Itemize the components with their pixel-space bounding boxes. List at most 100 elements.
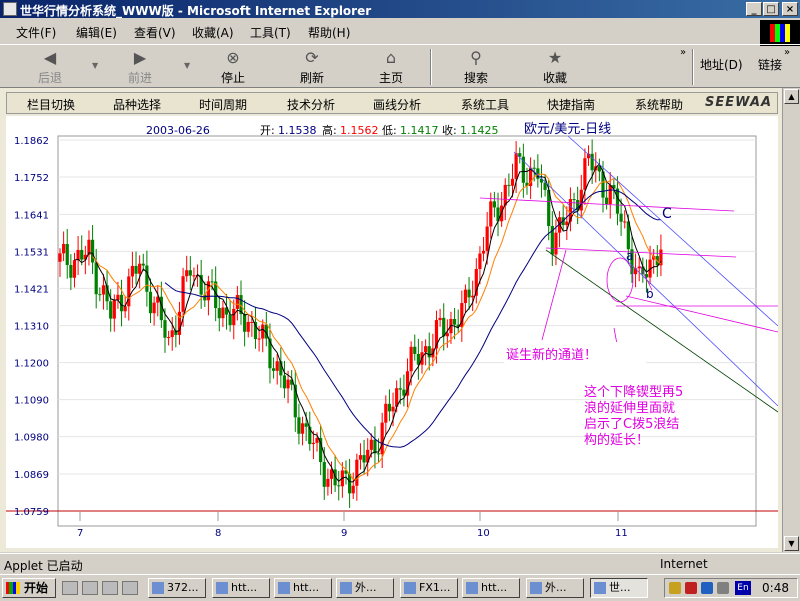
tray-app-icon[interactable] (669, 582, 681, 594)
back-arrow-icon: ◀ (43, 48, 57, 67)
tray-app-icon[interactable] (717, 582, 729, 594)
taskbar-task[interactable]: htt... (212, 578, 270, 598)
candle-body (608, 184, 612, 204)
taskbar-task[interactable]: 372... (148, 578, 206, 598)
x-tick-label: 8 (215, 528, 221, 539)
window-title: 世华行情分析系统_WWW版 - Microsoft Internet Explo… (20, 4, 372, 18)
links-chevron-icon[interactable]: » (784, 47, 790, 58)
nav-drawing-analysis[interactable]: 画线分析 (373, 96, 421, 113)
favorites-button[interactable]: ★ 收藏 (525, 49, 585, 86)
close-button[interactable]: × (782, 2, 798, 16)
candle-body (65, 244, 69, 265)
home-button[interactable]: ⌂ 主页 (361, 49, 421, 86)
ohlc-high: 1.1562 (340, 124, 379, 137)
quicklaunch-desktop-icon[interactable] (62, 581, 78, 595)
candle-body (510, 178, 515, 186)
toolbar-chevron-icon[interactable]: » (680, 47, 686, 58)
nav-system-help[interactable]: 系统帮助 (635, 96, 683, 113)
candle-body (326, 478, 330, 487)
menu-help[interactable]: 帮助(H) (308, 24, 350, 41)
forward-dropdown-icon[interactable]: ▼ (184, 61, 190, 70)
nav-system-tools[interactable]: 系统工具 (461, 96, 509, 113)
x-tick-label: 10 (477, 528, 490, 539)
candle-body (185, 270, 189, 277)
stop-button[interactable]: ⊗ 停止 (203, 49, 263, 86)
quicklaunch-mail-icon[interactable] (102, 581, 118, 595)
nav-tech-analysis[interactable]: 技术分析 (287, 96, 335, 113)
note-line-2: 浪的延伸里面就 (584, 400, 675, 416)
price-chart[interactable]: 2003-06-26 开: 1.1538 高: 1.1562 低: 1.1417… (6, 116, 779, 548)
vertical-scrollbar[interactable]: ▲ ▼ (782, 88, 800, 552)
candle-body (282, 375, 287, 389)
refresh-button[interactable]: ⟳ 刷新 (282, 49, 342, 86)
candle-body (492, 201, 496, 208)
nav-symbol-select[interactable]: 品种选择 (113, 96, 161, 113)
y-tick-label: 1.0980 (14, 433, 49, 444)
menu-view[interactable]: 查看(V) (134, 24, 176, 41)
language-indicator[interactable]: En (735, 581, 751, 595)
taskbar-task[interactable]: FX1... (400, 578, 458, 598)
candle-body (322, 462, 326, 487)
taskbar-task[interactable]: 外... (526, 578, 584, 598)
candle-body (271, 368, 276, 371)
tray-app-icon[interactable] (685, 582, 697, 594)
menu-favorites[interactable]: 收藏(A) (192, 24, 234, 41)
candle-body (442, 317, 446, 337)
quicklaunch-ie-icon[interactable] (82, 581, 98, 595)
quicklaunch-folder-icon[interactable] (122, 581, 138, 595)
title-bar[interactable]: 世华行情分析系统_WWW版 - Microsoft Internet Explo… (0, 0, 800, 18)
candle-body (94, 262, 98, 295)
scroll-up-icon[interactable]: ▲ (784, 89, 799, 104)
toolbar-separator (692, 49, 694, 85)
menu-file[interactable]: 文件(F) (16, 24, 56, 41)
ohlc-low-label: 低: (382, 124, 397, 137)
channel-line-outer (567, 135, 779, 327)
plot-frame (57, 135, 757, 527)
search-button[interactable]: ⚲ 搜索 (446, 49, 506, 86)
candle-body (232, 308, 236, 326)
x-tick-label: 7 (77, 528, 83, 539)
menu-tools[interactable]: 工具(T) (250, 24, 291, 41)
candle-body (376, 453, 381, 455)
ma-mid-line (92, 173, 662, 480)
seewaa-logo: SEEWAA (705, 95, 773, 110)
nav-column-switch[interactable]: 栏目切换 (27, 96, 75, 113)
candle-body (543, 182, 547, 190)
candle-body (427, 346, 431, 358)
maximize-button[interactable]: □ (763, 2, 779, 16)
taskbar-task[interactable]: htt... (274, 578, 332, 598)
address-label[interactable]: 地址(D) (700, 56, 743, 73)
candle-body (369, 439, 373, 450)
candle-body (297, 417, 301, 434)
back-button[interactable]: ◀ 后退 (20, 49, 80, 86)
candle-body (623, 221, 627, 223)
menu-edit[interactable]: 编辑(E) (76, 24, 117, 41)
candle-body (615, 188, 620, 214)
scroll-down-icon[interactable]: ▼ (784, 536, 799, 551)
y-tick-label: 1.1090 (14, 396, 49, 407)
candle-body (409, 346, 413, 372)
nav-time-period[interactable]: 时间周期 (199, 96, 247, 113)
tray-app-icon[interactable] (701, 582, 713, 594)
taskbar-task-active[interactable]: 世... (590, 578, 648, 598)
nav-quick-guide[interactable]: 快捷指南 (547, 96, 595, 113)
favorites-label: 收藏 (542, 71, 567, 85)
candle-body (337, 485, 341, 487)
candle-body (373, 439, 377, 454)
taskbar-task[interactable]: 外... (336, 578, 394, 598)
candle-body (210, 281, 214, 283)
candle-body (58, 253, 62, 262)
links-button[interactable]: 链接 (758, 56, 782, 73)
taskbar-task[interactable]: htt... (462, 578, 520, 598)
back-dropdown-icon[interactable]: ▼ (92, 61, 98, 70)
candle-body (438, 317, 442, 321)
start-button[interactable]: 开始 (2, 578, 56, 598)
forward-button[interactable]: ▶ 前进 (110, 49, 170, 86)
wave-a-label: a (626, 249, 633, 263)
minimize-button[interactable]: _ (746, 2, 762, 16)
x-axis: 7 8 9 10 11 (77, 511, 628, 539)
candle-body (514, 153, 518, 179)
candle-body (355, 459, 359, 486)
candle-body (286, 379, 290, 389)
ohlc-close: 1.1425 (460, 124, 499, 137)
